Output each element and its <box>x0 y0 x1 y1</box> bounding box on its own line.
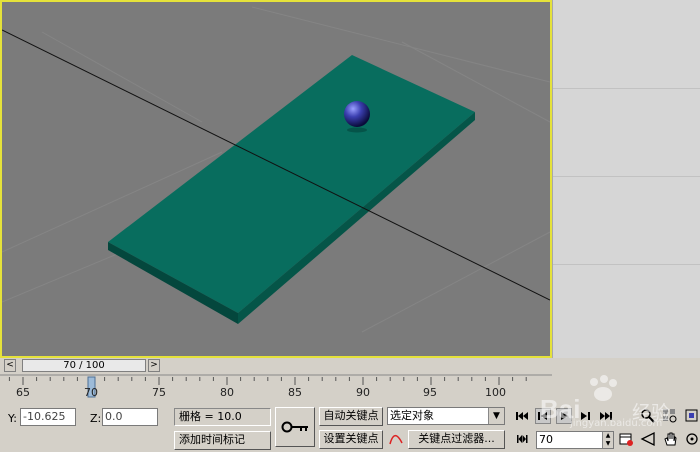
panel-divider <box>553 264 700 265</box>
next-frame-arrow[interactable]: > <box>148 359 160 372</box>
ruler-label: 95 <box>423 386 437 399</box>
key-filters-button[interactable]: 关键点过滤器... <box>408 430 505 449</box>
zoom-extents-icon[interactable] <box>684 408 700 424</box>
viewport-scene <box>2 6 550 333</box>
ruler-label: 70 <box>84 386 98 399</box>
zoom-icon[interactable] <box>640 408 656 424</box>
field-of-view-icon[interactable] <box>640 431 656 447</box>
time-slider-track[interactable] <box>162 360 552 372</box>
pan-hand-icon[interactable] <box>662 431 678 447</box>
go-to-start-icon[interactable] <box>514 408 530 424</box>
set-key-button[interactable]: 设置关键点 <box>319 430 383 449</box>
zoom-all-icon[interactable] <box>662 408 678 424</box>
frame-value: 70 <box>539 433 553 446</box>
panel-divider <box>553 88 700 89</box>
y-coord-field[interactable]: -10.625 <box>20 408 76 426</box>
z-coord-label: Z: <box>90 412 102 425</box>
prev-frame-arrow[interactable]: < <box>4 359 16 372</box>
paw-logo-icon <box>590 375 617 401</box>
curve-icon <box>389 434 403 445</box>
key-selection-dropdown[interactable]: 选定对象 ▼ <box>387 407 505 425</box>
time-slider-thumb[interactable]: 70 / 100 <box>22 359 146 372</box>
curve-editor-icon[interactable] <box>388 431 404 447</box>
key-mode-toggle-icon[interactable] <box>514 431 530 447</box>
grid-line <box>41 31 203 123</box>
track-bar[interactable]: 65 70 75 80 85 90 95 100 <box>0 374 552 402</box>
key-icon <box>281 421 308 433</box>
z-coord-field[interactable]: 0.0 <box>102 408 158 426</box>
previous-frame-icon[interactable] <box>535 408 551 424</box>
go-to-end-icon[interactable] <box>598 408 614 424</box>
auto-key-button[interactable]: 自动关键点 <box>319 407 383 426</box>
ruler-label: 65 <box>16 386 30 399</box>
time-slider[interactable]: < 70 / 100 > <box>4 358 162 374</box>
next-frame-icon[interactable] <box>577 408 593 424</box>
grid-line <box>361 231 550 333</box>
set-key-big-button[interactable] <box>275 407 315 447</box>
panel-divider <box>553 176 700 177</box>
ruler-label: 85 <box>288 386 302 399</box>
current-frame-field[interactable]: 70 ▲ ▼ <box>536 431 614 449</box>
perspective-viewport[interactable] <box>0 0 552 358</box>
ruler-label: 75 <box>152 386 166 399</box>
ruler-label: 100 <box>485 386 506 399</box>
chevron-down-icon[interactable]: ▼ <box>488 408 504 424</box>
ruler-label: 90 <box>356 386 370 399</box>
y-coord-label: Y: <box>8 412 17 425</box>
dropdown-value: 选定对象 <box>390 409 434 422</box>
sphere-shadow <box>347 127 367 133</box>
play-icon[interactable] <box>556 408 572 424</box>
ruler-label: 80 <box>220 386 234 399</box>
grid-line <box>251 6 550 83</box>
track-bar-ruler <box>0 374 552 398</box>
add-time-tag-button[interactable]: 添加时间标记 <box>174 431 271 450</box>
grid-line <box>2 251 123 303</box>
grid-spacing-display: 栅格 = 10.0 <box>174 408 271 426</box>
time-config-icon[interactable] <box>618 431 634 447</box>
frame-spinner[interactable]: ▲ ▼ <box>602 432 613 448</box>
sphere-object[interactable] <box>344 101 370 127</box>
orbit-icon[interactable] <box>684 431 700 447</box>
command-panel <box>552 0 700 358</box>
